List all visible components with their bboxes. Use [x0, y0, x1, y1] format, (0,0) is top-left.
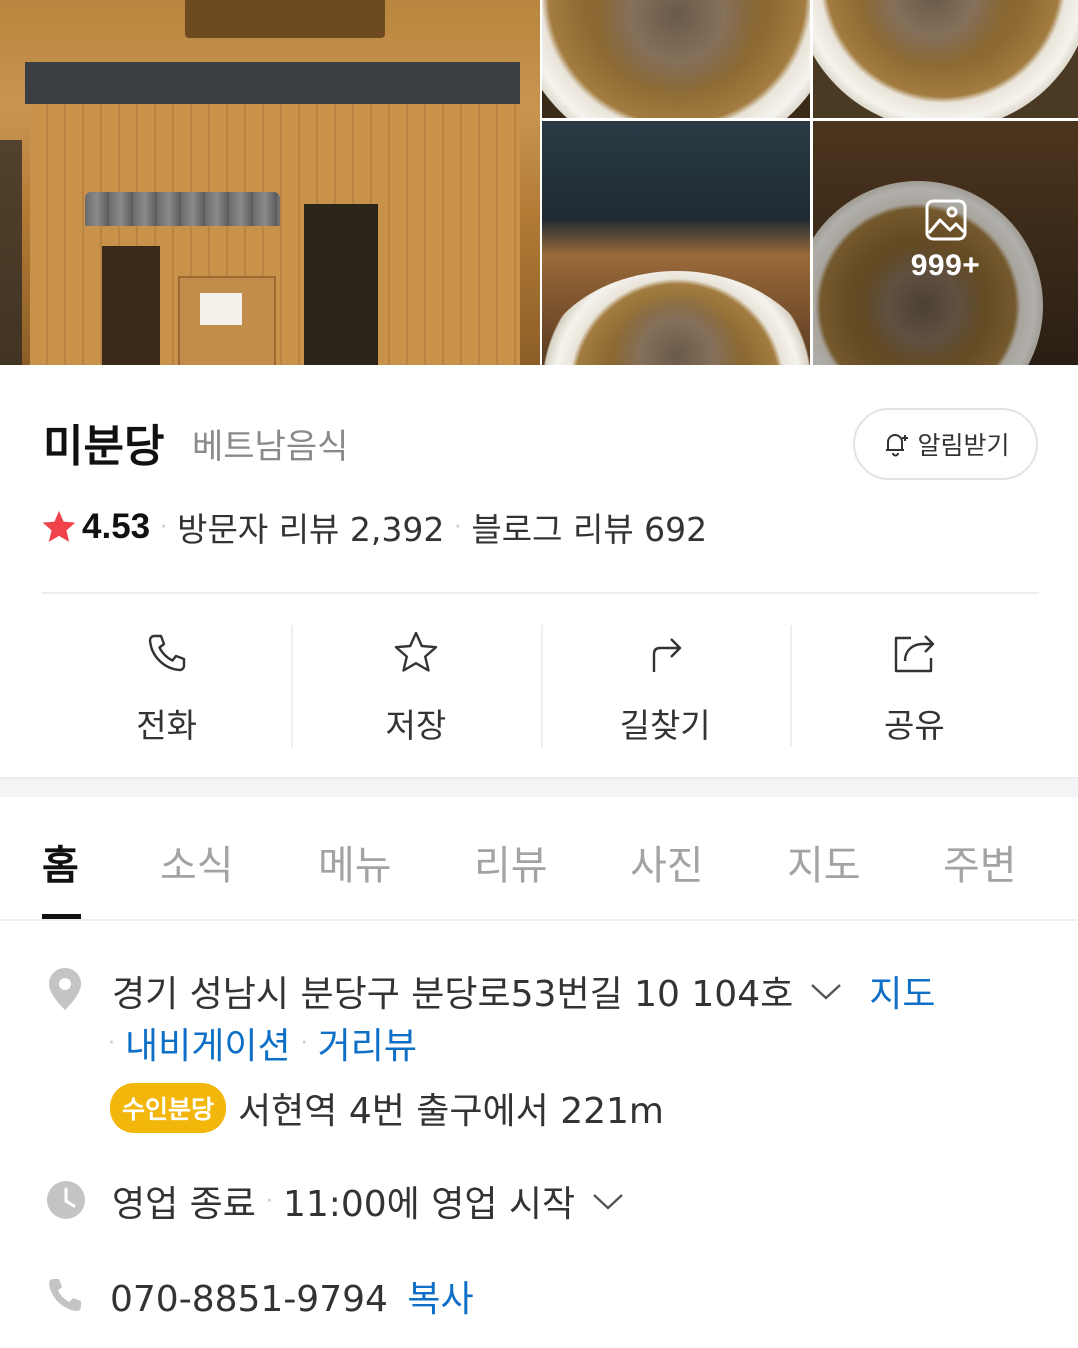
address-links: · 내비게이션 · 거리뷰 [108, 1017, 417, 1069]
food-photo-4[interactable]: 999+ [813, 121, 1078, 365]
share-icon [895, 635, 935, 673]
food-photo-3[interactable] [542, 121, 810, 365]
action-bar: 전화 저장 길찾기 공유 [42, 625, 1039, 747]
tab-divider [0, 919, 1078, 921]
phone-filled-icon [49, 1279, 81, 1311]
dark-doorway [304, 204, 378, 365]
phone-row: 070-8851-9794 복사 [110, 1270, 474, 1322]
call-label: 전화 [136, 706, 197, 745]
section-separator [0, 777, 1078, 797]
photo-gallery: 999+ [0, 0, 1078, 365]
image-icon [925, 199, 966, 241]
call-button[interactable]: 전화 [42, 625, 291, 747]
rating-row: 4.53 · 방문자 리뷰 2,392 · 블로그 리뷰 692 [40, 503, 707, 551]
place-category: 베트남음식 [192, 427, 349, 467]
store-sign [185, 0, 385, 38]
tab-news[interactable]: 소식 [160, 833, 234, 891]
save-label: 저장 [385, 706, 447, 745]
subway-row: 수인분당 서현역 4번 출구에서 221m [110, 1082, 664, 1134]
address-row: 경기 성남시 분당구 분당로53번길 10 104호 지도 [112, 965, 935, 1017]
copy-button[interactable]: 복사 [407, 1279, 473, 1320]
navigation-link[interactable]: 내비게이션 [125, 1017, 291, 1069]
bell-plus-icon [886, 434, 909, 457]
more-photos[interactable]: 999+ [813, 197, 1078, 283]
tab-menu[interactable]: 메뉴 [318, 833, 392, 891]
storefront-photo[interactable] [0, 0, 540, 365]
separator: · [108, 1030, 115, 1056]
window [102, 246, 160, 365]
separator: · [265, 1188, 273, 1214]
directions-label: 길찾기 [619, 706, 711, 745]
subway-distance: 서현역 4번 출구에서 221m [238, 1091, 664, 1132]
alarm-button[interactable]: 알림받기 [853, 408, 1038, 480]
next-open-time: 11:00에 영업 시작 [282, 1184, 576, 1225]
food-photo-1[interactable] [542, 0, 810, 118]
tab-photos[interactable]: 사진 [630, 833, 704, 891]
share-label: 공유 [884, 706, 945, 745]
post [0, 140, 22, 365]
alarm-label: 알림받기 [917, 431, 1010, 460]
phone-number[interactable]: 070-8851-9794 [110, 1279, 388, 1320]
tab-home[interactable]: 홈 [42, 833, 79, 891]
separator: · [300, 1030, 308, 1056]
tab-reviews[interactable]: 리뷰 [474, 833, 548, 891]
awning [25, 62, 520, 104]
star-icon [42, 510, 76, 542]
food-photo-2[interactable] [813, 0, 1078, 118]
tab-nearby[interactable]: 주변 [943, 833, 1017, 891]
chevron-down-icon[interactable] [809, 979, 843, 1003]
street-view-link[interactable]: 거리뷰 [318, 1017, 417, 1069]
phone-icon [148, 634, 185, 672]
chevron-down-icon[interactable] [591, 1189, 625, 1213]
photo-count: 999+ [910, 249, 981, 282]
address-text: 경기 성남시 분당구 분당로53번길 10 104호 [112, 974, 794, 1015]
place-name: 미분당 [43, 421, 165, 472]
location-pin-icon [49, 968, 81, 1010]
map-link[interactable]: 지도 [869, 965, 935, 1017]
directions-icon [652, 638, 682, 672]
blog-reviews-link[interactable]: 블로그 리뷰 692 [471, 503, 707, 551]
hours-row[interactable]: 영업 종료 · 11:00에 영업 시작 [112, 1175, 625, 1227]
star-outline-icon [394, 631, 438, 672]
tile-roof [85, 192, 280, 226]
visitor-reviews-link[interactable]: 방문자 리뷰 2,392 [177, 503, 444, 551]
clock-icon [47, 1181, 85, 1219]
separator: · [160, 514, 168, 540]
separator: · [454, 514, 462, 540]
tab-map[interactable]: 지도 [787, 833, 861, 891]
share-button[interactable]: 공유 [789, 625, 1039, 747]
save-button[interactable]: 저장 [291, 625, 540, 747]
subway-line-badge: 수인분당 [110, 1083, 227, 1133]
rating-value: 4.53 [82, 507, 151, 546]
door-notice [200, 293, 242, 325]
business-status: 영업 종료 [112, 1184, 256, 1225]
directions-button[interactable]: 길찾기 [540, 625, 790, 747]
divider [42, 592, 1039, 594]
